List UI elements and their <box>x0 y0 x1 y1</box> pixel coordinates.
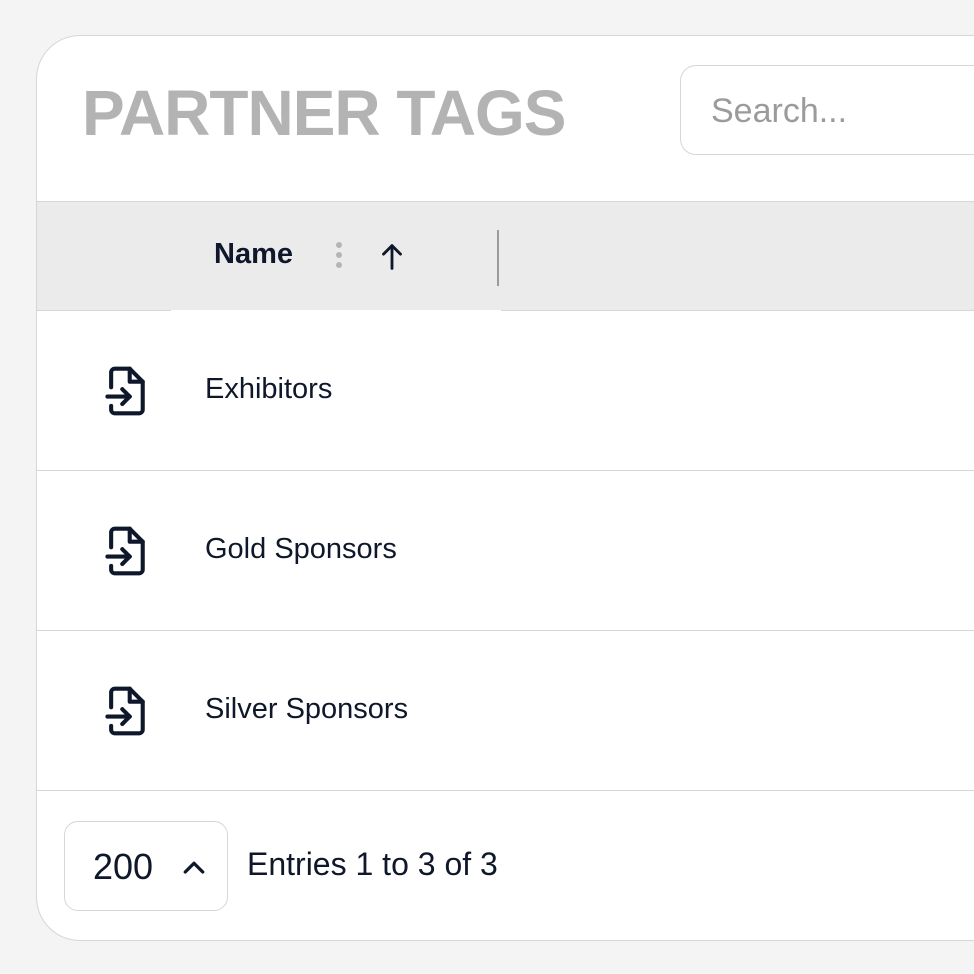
table-footer: 200 Entries 1 to 3 of 3 <box>37 791 974 940</box>
search-box[interactable] <box>680 65 974 156</box>
table-row[interactable]: Silver Sponsors <box>37 631 974 791</box>
row-name: Exhibitors <box>205 373 333 405</box>
column-resize-handle[interactable] <box>497 230 499 286</box>
sort-ascending-icon[interactable] <box>375 240 409 274</box>
file-import-icon <box>105 366 145 416</box>
page-title: PARTNER TAGS <box>82 77 566 149</box>
page-size-select[interactable]: 200 <box>64 821 228 911</box>
column-header-name[interactable]: Name <box>214 238 293 271</box>
column-menu-icon[interactable] <box>332 242 346 274</box>
row-name: Gold Sponsors <box>205 533 397 565</box>
page-size-value: 200 <box>93 846 154 887</box>
row-name: Silver Sponsors <box>205 693 409 725</box>
partner-tags-panel: PARTNER TAGS Name Exhibitors <box>36 35 974 941</box>
panel-header: PARTNER TAGS <box>37 36 974 201</box>
file-import-icon <box>105 686 145 736</box>
table-header-row: Name <box>37 201 974 312</box>
entries-count: Entries 1 to 3 of 3 <box>247 846 498 882</box>
chevron-up-icon <box>183 861 205 874</box>
search-input[interactable] <box>709 66 974 156</box>
table-row[interactable]: Gold Sponsors <box>37 471 974 631</box>
table-row[interactable]: Exhibitors <box>37 311 974 471</box>
table-body: Exhibitors Gold Sponsors Silver Sponsors <box>37 311 974 791</box>
file-import-icon <box>105 526 145 576</box>
